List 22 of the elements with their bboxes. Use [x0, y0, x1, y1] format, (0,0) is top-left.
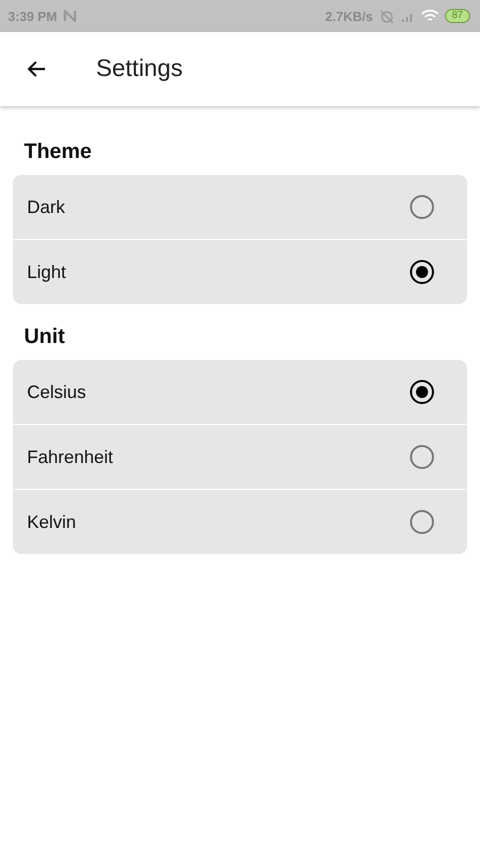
radio-option[interactable]: Light [13, 239, 467, 304]
radio-button[interactable] [410, 380, 434, 404]
radio-option[interactable]: Dark [13, 175, 467, 239]
notification-icon [63, 10, 78, 22]
radio-option[interactable]: Kelvin [13, 489, 467, 554]
section-heading: Unit [23, 324, 66, 350]
radio-button[interactable] [410, 445, 434, 469]
option-label: Celsius [27, 382, 86, 402]
radio-option[interactable]: Celsius [13, 360, 467, 424]
radio-button[interactable] [410, 510, 434, 534]
alarm-icon [378, 9, 395, 23]
option-label: Dark [27, 196, 66, 218]
section-heading: Theme [23, 139, 93, 165]
radio-option[interactable]: Fahrenheit [13, 424, 467, 489]
option-label: Fahrenheit [27, 446, 114, 468]
battery-indicator: 87 [444, 9, 470, 23]
option-label: Light [27, 262, 66, 282]
option-label: Kelvin [27, 512, 76, 532]
radio-button[interactable] [410, 195, 434, 219]
screen-title: Settings [96, 55, 183, 83]
radio-button[interactable] [410, 260, 434, 284]
wifi-icon [420, 9, 439, 23]
